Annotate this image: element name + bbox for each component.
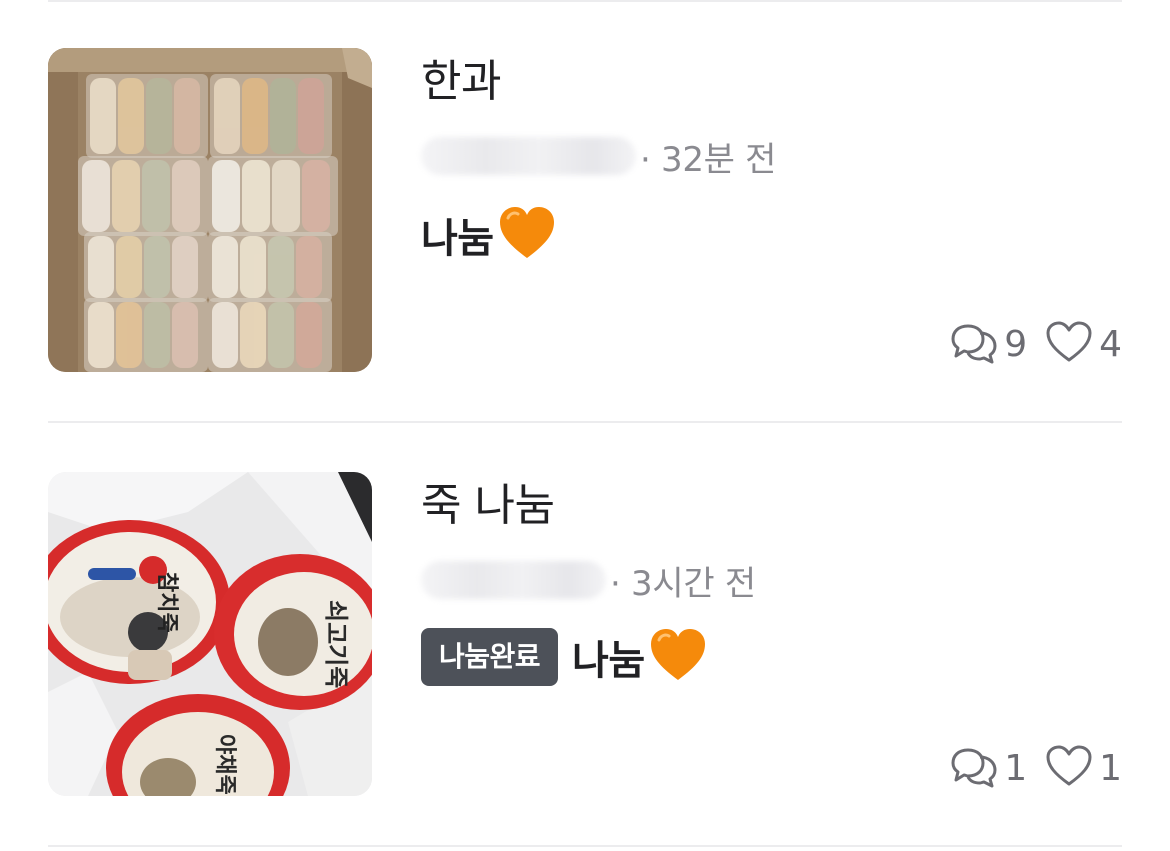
like-count: 4: [1099, 323, 1122, 365]
post-description: 나눔완료 나눔: [421, 628, 707, 686]
post-description-text: 나눔: [421, 216, 494, 262]
comment-stat: 9: [950, 320, 1027, 368]
comment-icon: [950, 320, 998, 368]
like-stat: 1: [1045, 744, 1122, 792]
post-thumbnail-hangwa[interactable]: [48, 48, 372, 372]
like-count: 1: [1099, 747, 1122, 789]
heart-outline-icon: [1045, 744, 1093, 792]
divider: [48, 421, 1122, 423]
post-stats: 9 4: [950, 320, 1122, 368]
hangwa-photo: [48, 48, 372, 372]
blurred-author-location: [421, 561, 606, 599]
post-time: · 32분 전: [640, 139, 777, 180]
divider: [48, 845, 1122, 847]
svg-text:참치죽: 참치죽: [154, 572, 179, 633]
post-meta: · 32분 전: [421, 130, 776, 182]
orange-heart-icon: [498, 206, 556, 264]
post-stats: 1 1: [950, 744, 1122, 792]
comment-stat: 1: [950, 744, 1027, 792]
post-title: 죽 나눔: [421, 480, 555, 531]
status-badge: 나눔완료: [421, 628, 559, 686]
post-time: · 3시간 전: [610, 563, 756, 604]
post-description-text: 나눔: [572, 638, 645, 684]
post-description: 나눔: [421, 206, 556, 264]
post-item-porridge[interactable]: 참치죽 쇠고기죽 야채죽 죽 나눔 · 3시간 전 나눔완료 나눔 1 1: [0, 424, 1170, 844]
comment-icon: [950, 744, 998, 792]
post-item-hangwa[interactable]: 한과 · 32분 전 나눔 9 4: [0, 0, 1170, 420]
orange-heart-icon: [649, 628, 707, 686]
post-title: 한과: [421, 56, 501, 107]
post-feed: 한과 · 32분 전 나눔 9 4 참치죽 쇠고기죽 야채죽 죽 나눔 · 3시…: [0, 0, 1170, 851]
comment-count: 9: [1004, 323, 1028, 365]
comment-count: 1: [1004, 747, 1028, 789]
like-stat: 4: [1045, 320, 1122, 368]
heart-outline-icon: [1045, 320, 1093, 368]
post-meta: · 3시간 전: [421, 554, 756, 606]
blurred-author-location: [421, 137, 636, 175]
svg-text:쇠고기죽: 쇠고기죽: [322, 600, 350, 688]
post-thumbnail-porridge[interactable]: 참치죽 쇠고기죽 야채죽: [48, 472, 372, 796]
svg-text:야채죽: 야채죽: [212, 734, 237, 795]
porridge-photo: 참치죽 쇠고기죽 야채죽: [48, 472, 372, 796]
